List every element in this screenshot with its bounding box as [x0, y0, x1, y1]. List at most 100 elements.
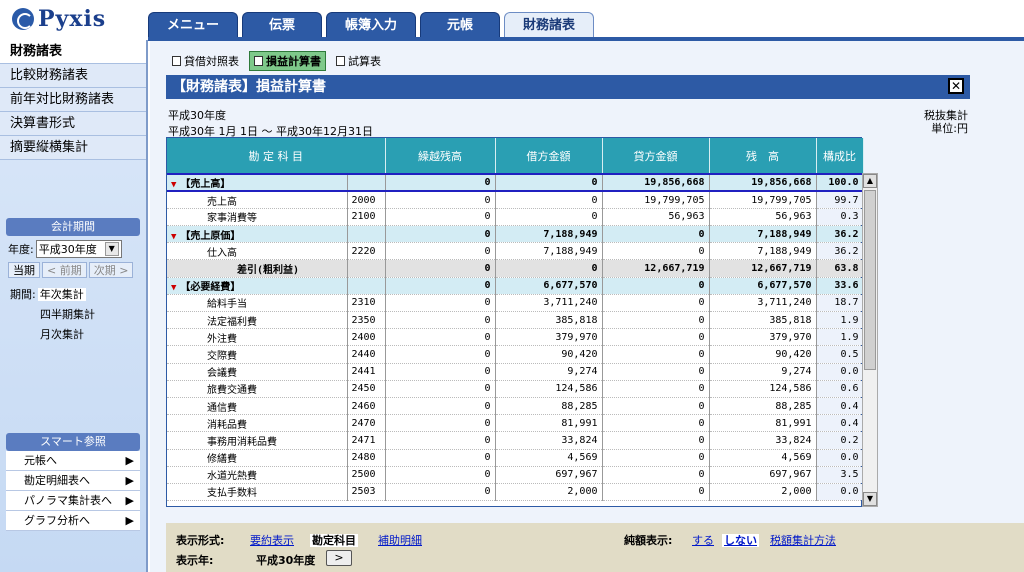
balance-cell: 90,420 — [709, 345, 817, 364]
subtab-trial-balance[interactable]: 試算表 — [332, 51, 385, 71]
close-icon[interactable]: ✕ — [948, 78, 964, 94]
smart-item-panorama[interactable]: パノラマ集計表へ ▶ — [6, 491, 140, 511]
table-row[interactable]: ▼ 【必要経費】 0 6,677,570 0 6,677,570 33.6 — [167, 277, 864, 295]
carry-balance-cell: 0 — [385, 449, 496, 467]
account-name-cell: 家事消費等 — [167, 208, 348, 227]
credit-amount-cell: 0 — [602, 328, 710, 347]
collapse-icon[interactable]: ▼ — [171, 283, 176, 293]
collapse-icon[interactable]: ▼ — [171, 180, 176, 189]
tab-voucher[interactable]: 伝票 — [242, 12, 323, 38]
unit-label: 単位:円 — [931, 122, 968, 135]
net-display-yes-link[interactable]: する — [692, 534, 714, 547]
account-name-cell: 修繕費 — [167, 449, 348, 467]
credit-amount-cell: 0 — [602, 277, 710, 295]
account-name: 売上高 — [207, 196, 237, 208]
account-code-cell — [347, 259, 386, 278]
table-scrollbar[interactable]: ▲ ▼ — [862, 173, 878, 507]
subtab-balance-sheet[interactable]: 貸借対照表 — [168, 51, 243, 71]
credit-amount-cell: 0 — [602, 294, 710, 313]
tab-ledger[interactable]: 元帳 — [420, 12, 501, 38]
table-row[interactable]: 仕入高 2220 0 7,188,949 0 7,188,949 36.2 — [167, 242, 864, 261]
debit-amount-cell: 81,991 — [495, 414, 603, 433]
carry-balance-cell: 0 — [385, 294, 496, 313]
balance-cell: 385,818 — [709, 311, 817, 330]
table-row[interactable]: 外注費 2400 0 379,970 0 379,970 1.9 — [167, 328, 864, 347]
table-row[interactable]: 事務用消耗品費 2471 0 33,824 0 33,824 0.2 — [167, 431, 864, 450]
carry-balance-cell: 0 — [385, 466, 496, 484]
balance-cell: 7,188,949 — [709, 242, 817, 261]
scroll-up-icon[interactable]: ▲ — [863, 174, 877, 188]
display-summary-link[interactable]: 要約表示 — [250, 534, 294, 547]
display-sub-detail-link[interactable]: 補助明細 — [378, 534, 422, 547]
credit-amount-cell: 0 — [602, 363, 710, 381]
tab-financial-statements[interactable]: 財務諸表 — [504, 12, 595, 38]
table-row[interactable]: 法定福利費 2350 0 385,818 0 385,818 1.9 — [167, 311, 864, 330]
ratio-cell: 0.4 — [816, 414, 864, 433]
table-row[interactable]: 修繕費 2480 0 4,569 0 4,569 0.0 — [167, 449, 864, 467]
credit-amount-cell: 0 — [602, 380, 710, 398]
scroll-down-icon[interactable]: ▼ — [863, 492, 877, 506]
collapse-icon[interactable]: ▼ — [171, 232, 176, 242]
ratio-cell: 0.3 — [816, 208, 864, 227]
debit-amount-cell: 7,188,949 — [495, 225, 603, 244]
table-row[interactable]: ▼ 【売上高】 0 0 19,856,668 19,856,668 100.0 — [167, 172, 864, 193]
carry-balance-cell: 0 — [385, 328, 496, 347]
debit-amount-cell: 0 — [495, 172, 603, 193]
tab-menu[interactable]: メニュー — [148, 12, 239, 38]
table-row[interactable]: 水道光熱費 2500 0 697,967 0 697,967 3.5 — [167, 466, 864, 484]
smart-item-ledger[interactable]: 元帳へ ▶ — [6, 451, 140, 471]
account-name-cell: 外注費 — [167, 328, 348, 347]
account-code-cell: 2460 — [347, 397, 386, 416]
caret-right-icon: ▶ — [125, 454, 134, 467]
smart-item-account-detail[interactable]: 勘定明細表へ ▶ — [6, 471, 140, 491]
tax-method-link[interactable]: 税額集計方法 — [770, 534, 836, 547]
ratio-cell: 0.0 — [816, 363, 864, 381]
table-row[interactable]: 差引(粗利益) 0 0 12,667,719 12,667,719 63.8 — [167, 259, 864, 278]
sidebar-item-summary-cross[interactable]: 摘要縦横集計 — [0, 136, 146, 160]
table-row[interactable]: 旅費交通費 2450 0 124,586 0 124,586 0.6 — [167, 380, 864, 398]
table-row[interactable]: ▼ 【売上原価】 0 7,188,949 0 7,188,949 36.2 — [167, 225, 864, 244]
debit-amount-cell: 9,274 — [495, 363, 603, 381]
smart-item-graph[interactable]: グラフ分析へ ▶ — [6, 511, 140, 531]
account-name: 支払手数料 — [207, 488, 257, 500]
current-period-button[interactable]: 当期 — [8, 262, 40, 278]
account-code-cell — [347, 277, 386, 295]
net-display-no-link[interactable]: しない — [722, 534, 759, 547]
account-code-cell: 2500 — [347, 466, 386, 484]
tab-book-entry[interactable]: 帳簿入力 — [326, 12, 417, 38]
carry-balance-cell: 0 — [385, 363, 496, 381]
credit-amount-cell: 0 — [602, 449, 710, 467]
next-year-button[interactable]: > — [326, 550, 352, 566]
credit-amount-cell: 0 — [602, 225, 710, 244]
table-row[interactable]: 家事消費等 2100 0 0 56,963 56,963 0.3 — [167, 208, 864, 227]
table-row[interactable]: 支払手数料 2503 0 2,000 0 2,000 0.0 — [167, 483, 864, 502]
ratio-cell: 0.0 — [816, 449, 864, 467]
debit-amount-cell: 4,569 — [495, 449, 603, 467]
subtab-income-statement[interactable]: 損益計算書 — [249, 51, 326, 71]
account-code-cell: 2441 — [347, 363, 386, 381]
year-select[interactable]: 平成30年度 ▼ — [35, 240, 122, 258]
balance-cell: 7,188,949 — [709, 225, 817, 244]
sidebar-item-comparative[interactable]: 比較財務諸表 — [0, 64, 146, 88]
period-option-quarterly[interactable]: 四半期集計 — [10, 304, 146, 324]
ratio-cell: 0.2 — [816, 431, 864, 450]
scroll-thumb[interactable] — [864, 190, 876, 370]
account-name-cell: ▼ 【必要経費】 — [167, 277, 348, 295]
footer-options: 表示形式: 要約表示 勘定科目 補助明細 表示年: 平成30年度 > 純額表示:… — [166, 523, 1024, 572]
table-row[interactable]: 交際費 2440 0 90,420 0 90,420 0.5 — [167, 345, 864, 364]
sidebar-item-settlement-format[interactable]: 決算書形式 — [0, 112, 146, 136]
sidebar-item-financial-statements[interactable]: 財務諸表 — [0, 40, 146, 64]
prev-period-button[interactable]: < 前期 — [42, 262, 87, 278]
period-option-annual[interactable]: 年次集計 — [37, 288, 86, 301]
period-option-monthly[interactable]: 月次集計 — [10, 324, 146, 344]
table-row[interactable]: 会議費 2441 0 9,274 0 9,274 0.0 — [167, 363, 864, 381]
table-row[interactable]: 通信費 2460 0 88,285 0 88,285 0.4 — [167, 397, 864, 416]
table-row[interactable]: 消耗品費 2470 0 81,991 0 81,991 0.4 — [167, 414, 864, 433]
table-row[interactable]: 売上高 2000 0 0 19,799,705 19,799,705 99.7 — [167, 191, 864, 209]
main-area: 貸借対照表 損益計算書 試算表 【財務諸表】損益計算書 ✕ 平成30年度 平成3… — [150, 41, 1024, 572]
sidebar-item-yoy[interactable]: 前年対比財務諸表 — [0, 88, 146, 112]
debit-amount-cell: 697,967 — [495, 466, 603, 484]
display-account-link[interactable]: 勘定科目 — [310, 534, 358, 547]
next-period-button[interactable]: 次期 > — [88, 262, 134, 278]
table-row[interactable]: 給料手当 2310 0 3,711,240 0 3,711,240 18.7 — [167, 294, 864, 313]
